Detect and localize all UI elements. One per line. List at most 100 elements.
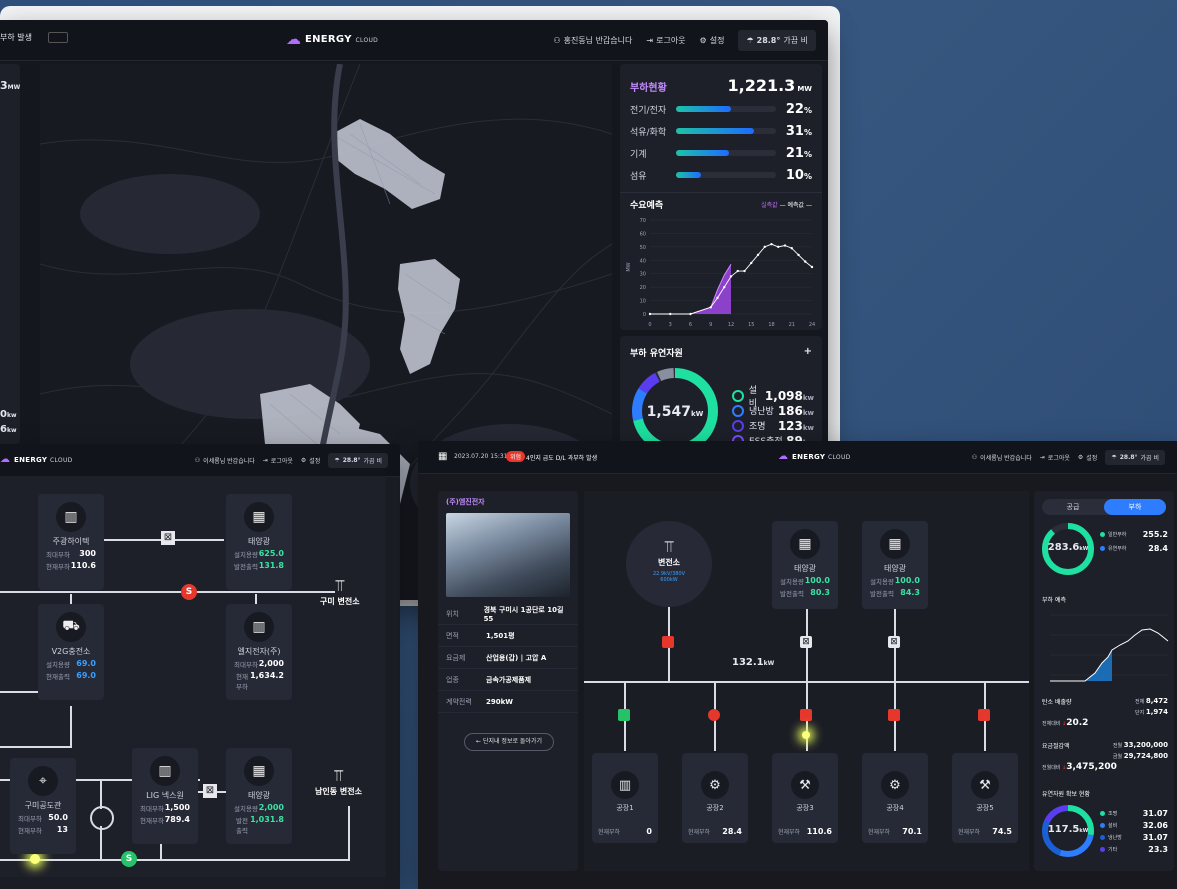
load-bar-row: 기계 21% (630, 145, 812, 161)
load-status-panel: 부하현황 1,221.3 MW 전기/전자 22% 석유/화학 31% 기계 21% 섬… (620, 64, 822, 330)
gear-icon: ⚙ (881, 771, 909, 799)
node-solar-2[interactable]: ▦ 태양광 설치용량 2,000 발전출력 1,031.8 (226, 748, 292, 844)
energy-cloud-logo-small: ☁ ENERGY CLOUD (778, 451, 851, 462)
left-panel-value-1: 0kw (0, 409, 17, 420)
flex-title: 부하 유연자원 (630, 349, 683, 359)
alert-toggle-icon[interactable] (48, 32, 68, 43)
load-bar-row: 전기/전자 22% (630, 101, 812, 117)
factory-4[interactable]: ⚙ 공장4 현재부하 70.1 (862, 753, 928, 843)
br-right-panel: 공급 부하 283.6kW 일반부하 255.2 유연부하 28.4 부하 예측 탄… (1034, 491, 1174, 871)
load-bar-fill (676, 150, 729, 156)
substation-gumi[interactable]: ⫪ 구미 변전소 (320, 576, 360, 607)
load-bar-fill (676, 172, 701, 178)
node-solar-b[interactable]: ▦ 태양광 설치용량 100.0 발전출력 84.3 (862, 521, 928, 609)
node-gumi-gymnasium[interactable]: ⌖ 구미공도관 최대부하 50.0 현재부하 13 (10, 758, 76, 854)
logout-icon: ⇥ (262, 456, 268, 464)
series-predicted-point (804, 260, 807, 263)
user-greeting: ⚇ 이세롬님 반갑습니다 (194, 456, 255, 465)
x-tick-label: 9 (709, 322, 712, 328)
breaker-red[interactable] (978, 709, 990, 721)
tab-supply[interactable]: 공급 (1042, 499, 1104, 515)
node-lig-nex1[interactable]: ▥ LIG 넥스원 최대부하 1,500 현재부하 789.4 (132, 748, 198, 844)
series-predicted-point (723, 285, 726, 289)
factory-1[interactable]: ▥ 공장1 현재부하 0 (592, 753, 658, 843)
series-predicted-point (743, 269, 746, 273)
series-predicted-point (736, 269, 739, 273)
load-bar-fill (676, 106, 731, 112)
gear-icon: ⚙ (1077, 453, 1084, 461)
breaker-red[interactable] (800, 709, 812, 721)
substation-namindong[interactable]: ⫪ 남인동 변전소 (315, 766, 362, 797)
series-predicted-point (729, 275, 733, 278)
left-panel-value-2: 6kw (0, 424, 17, 435)
series-predicted-point (750, 261, 753, 265)
glow-indicator (30, 854, 40, 864)
y-tick-label: 10 (640, 299, 646, 305)
s-badge-green[interactable]: S (121, 851, 137, 867)
series-predicted-point (777, 245, 780, 249)
main-topbar: 부하 발생 ☁ ENERGY CLOUD ⚇ 홍진동님 반갑습니다 ⇥ 로그아웃 ⚙… (0, 20, 828, 61)
x-tick-label: 18 (768, 322, 774, 328)
network-diagram-window: ☁ ENERGY CLOUD ⚇ 이세롬님 반갑습니다 ⇥ 로그아웃 ⚙ 설정 ☂ 28… (0, 444, 400, 889)
y-axis-label: MW (626, 262, 632, 271)
settings-button[interactable]: ⚙ 설정 (301, 456, 320, 465)
x-tick-label: 3 (669, 322, 672, 328)
node-solar-a[interactable]: ▦ 태양광 설치용량 100.0 발전출력 80.3 (772, 521, 838, 609)
bl-topbar: ☁ ENERGY CLOUD ⚇ 이세롬님 반갑습니다 ⇥ 로그아웃 ⚙ 설정 ☂ 28… (0, 444, 400, 477)
br-topbar-right: ⚇ 이세롬님 반갑습니다 ⇥ 로그아웃 ⚙ 설정 ☂ 28.8° 가끔 비 (972, 441, 1165, 473)
y-tick-label: 40 (640, 258, 646, 264)
load-forecast-title: 부하 예측 (1042, 597, 1066, 604)
y-tick-label: 20 (640, 285, 646, 291)
x-tick-label: 24 (809, 322, 815, 328)
s-badge-red[interactable]: S (181, 584, 197, 600)
load-bar-row: 석유/화학 31% (630, 123, 812, 139)
settings-button[interactable]: ⚙ 설정 (1078, 453, 1097, 462)
substation-tower-icon: ⫪ (335, 576, 345, 595)
x-tick-label: 0 (648, 322, 651, 328)
node-jugwang-hitech[interactable]: ▥ 주광하이텍 최대부하 300 현재부하 110.6 (38, 494, 104, 590)
factory-3[interactable]: ⚒ 공장3 현재부하 110.6 (772, 753, 838, 843)
series-predicted-point (689, 312, 692, 316)
breaker-red-round[interactable] (708, 709, 720, 721)
datetime: 2023.07.20 15:31 (454, 453, 508, 460)
carbon-section: 탄소 배출량 전체 8,472 단지 1,974 전체대비 ↓20.2 (1042, 697, 1168, 728)
substation-node[interactable]: ⫪ 변전소 22.9kV/380V 600kW (626, 521, 712, 607)
breaker-red[interactable] (888, 709, 900, 721)
flex-add-button[interactable]: + (804, 346, 812, 359)
cloud-logo-icon: ☁ (0, 454, 10, 465)
logout-button[interactable]: ⇥ 로그아웃 (1040, 453, 1070, 462)
tab-load[interactable]: 부하 (1104, 499, 1166, 515)
gear-icon: ⚙ (699, 35, 707, 45)
grid-menu-icon[interactable]: ▦ (438, 451, 447, 462)
factory-2[interactable]: ⚙ 공장2 현재부하 28.4 (682, 753, 748, 843)
node-v2g-station[interactable]: ⛟ V2G충전소 설치용량 69.0 현재출력 69.0 (38, 604, 104, 700)
user-greeting: ⚇ 이세롬님 반갑습니다 (971, 453, 1032, 462)
flex-legend-row: 설비 1,098kw (732, 386, 814, 409)
node-solar-1[interactable]: ▦ 태양광 설치용량 625.0 발전출력 131.8 (226, 494, 292, 590)
user-icon: ⚇ (553, 35, 561, 45)
gear-icon: ⚙ (300, 456, 307, 464)
logout-button[interactable]: ⇥ 로그아웃 (263, 456, 293, 465)
back-button[interactable]: ← 단지내 정보로 돌아가기 (464, 733, 554, 751)
node-lg-electronics[interactable]: ▥ 엘지전자(주) 최대부하 2,000 현재부하 1,634.2 (226, 604, 292, 700)
series-predicted-point (669, 312, 672, 316)
switch-open-icon[interactable]: ⊠ (888, 636, 900, 648)
danger-badge: 위험 (506, 451, 526, 462)
breaker-green[interactable] (618, 709, 630, 721)
series-predicted-point (763, 245, 766, 249)
load-forecast-mini-chart (1050, 614, 1169, 682)
energy-cloud-logo-small: ☁ ENERGY CLOUD (0, 454, 73, 465)
switch-open-icon[interactable]: ⊠ (203, 784, 217, 798)
x-tick-label: 6 (689, 322, 692, 328)
br-flex-legend: 조명 31.07 설비 32.06 냉난방 31.07 기타 23.3 (1100, 807, 1168, 855)
user-greeting: ⚇ 홍진동님 반갑습니다 (553, 35, 633, 45)
logout-button[interactable]: ⇥ 로그아웃 (646, 35, 685, 46)
flex-total: 1,547kW (646, 404, 704, 420)
switch-open-icon[interactable]: ⊠ (800, 636, 812, 648)
switch-open-icon[interactable]: ⊠ (161, 531, 175, 545)
settings-button[interactable]: ⚙ 설정 (700, 35, 725, 46)
factory-5[interactable]: ⚒ 공장5 현재부하 74.5 (952, 753, 1018, 843)
alert-text: 부하 발생 (0, 33, 32, 42)
breaker-red[interactable] (662, 636, 674, 648)
supply-load-toggle[interactable]: 공급 부하 (1042, 499, 1166, 515)
